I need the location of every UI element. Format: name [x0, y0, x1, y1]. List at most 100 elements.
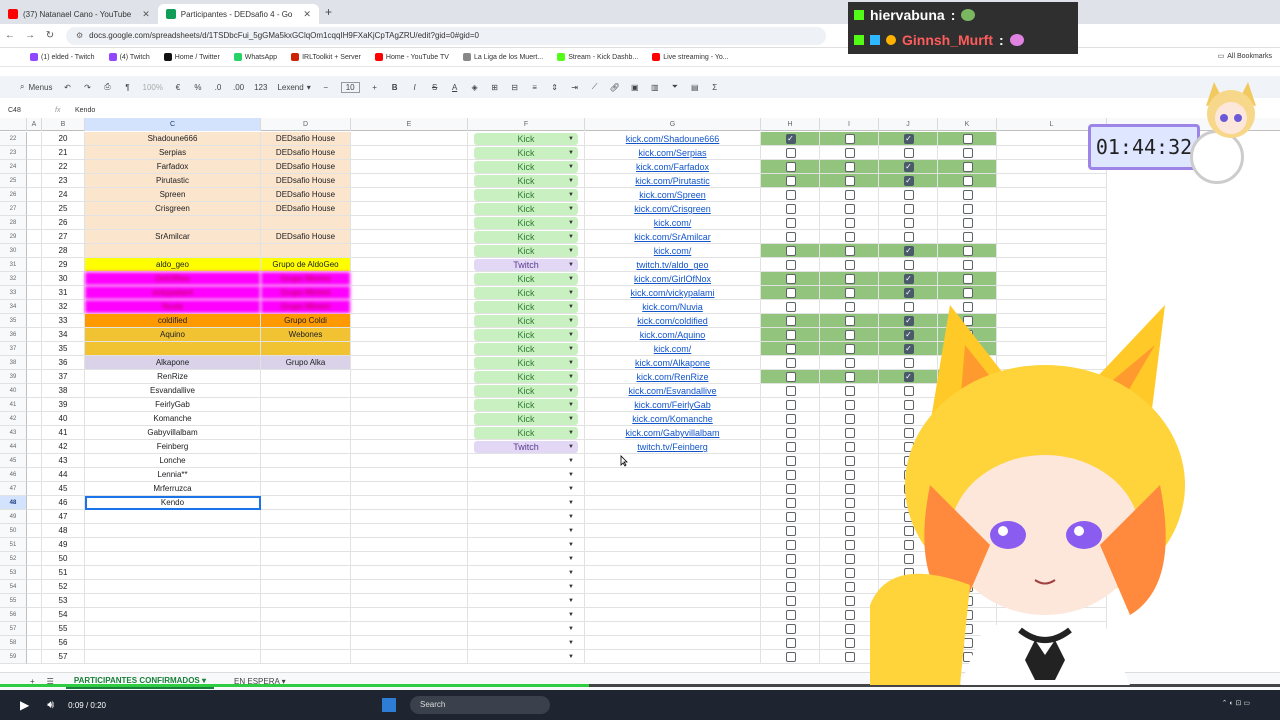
close-tab-icon[interactable]: ✕ [303, 9, 311, 20]
checkbox[interactable] [785, 568, 796, 578]
column-header-e[interactable]: E [351, 118, 468, 131]
cell-link[interactable] [585, 608, 761, 622]
cell-checkbox-h[interactable] [761, 300, 820, 314]
checkbox[interactable] [785, 190, 796, 200]
checkbox[interactable] [785, 540, 796, 550]
cell-group[interactable]: Grupo Mimimi [261, 286, 351, 300]
platform-dropdown[interactable]: ▼ [474, 483, 578, 495]
platform-dropdown[interactable]: Twitch ▼ [474, 259, 578, 271]
cell-link[interactable]: twitch.tv/Feinberg [585, 440, 761, 454]
checkbox[interactable] [844, 288, 855, 298]
cell-e[interactable] [351, 370, 468, 384]
bookmark-item[interactable]: Home - YouTube TV [374, 53, 449, 61]
cell-checkbox-k[interactable] [938, 202, 997, 216]
cell-a[interactable] [27, 566, 42, 580]
cell-e[interactable] [351, 202, 468, 216]
cell-number[interactable]: 56 [42, 636, 85, 650]
platform-dropdown[interactable]: Kick ▼ [474, 329, 578, 341]
checkbox[interactable] [844, 204, 855, 214]
cell-platform[interactable]: ▼ [468, 622, 585, 636]
back-icon[interactable]: ← [0, 30, 20, 41]
redo-icon[interactable]: ↷ [83, 83, 93, 92]
cell-l[interactable] [997, 258, 1107, 272]
text-wrap-icon[interactable]: ⇥ [570, 83, 580, 92]
cell-group[interactable] [261, 594, 351, 608]
cell-e[interactable] [351, 552, 468, 566]
cell-name[interactable] [85, 524, 261, 538]
cell-name[interactable] [85, 650, 261, 664]
cell-checkbox-j[interactable] [879, 216, 938, 230]
platform-dropdown[interactable]: Kick ▼ [474, 273, 578, 285]
checkbox[interactable] [844, 596, 855, 606]
cell-checkbox-j[interactable]: ✓ [879, 272, 938, 286]
forward-icon[interactable]: → [20, 30, 40, 41]
platform-dropdown[interactable]: ▼ [474, 497, 578, 509]
cell-name[interactable] [85, 342, 261, 356]
cell-platform[interactable]: ▼ [468, 524, 585, 538]
checkbox[interactable] [903, 232, 914, 242]
cell-e[interactable] [351, 636, 468, 650]
checkbox[interactable] [785, 344, 796, 354]
checkbox[interactable] [844, 540, 855, 550]
cell-number[interactable]: 26 [42, 216, 85, 230]
cell-e[interactable] [351, 482, 468, 496]
cell-number[interactable]: 54 [42, 608, 85, 622]
platform-dropdown[interactable]: Kick ▼ [474, 427, 578, 439]
cell-group[interactable] [261, 538, 351, 552]
checkbox[interactable] [844, 554, 855, 564]
cell-link[interactable] [585, 468, 761, 482]
cell-number[interactable]: 45 [42, 482, 85, 496]
checkbox[interactable] [785, 638, 796, 648]
dropdown-arrow-icon[interactable]: ▼ [568, 623, 574, 635]
cell-link[interactable] [585, 552, 761, 566]
checkbox[interactable] [785, 316, 796, 326]
cell-a[interactable] [27, 342, 42, 356]
cell-name[interactable] [85, 608, 261, 622]
checkbox[interactable] [962, 176, 973, 186]
cell-number[interactable]: 38 [42, 384, 85, 398]
platform-dropdown[interactable]: ▼ [474, 553, 578, 565]
cell-platform[interactable]: Kick ▼ [468, 272, 585, 286]
cell-platform[interactable]: Kick ▼ [468, 314, 585, 328]
cell-checkbox-h[interactable] [761, 426, 820, 440]
cell-link[interactable]: kick.com/FeirlyGab [585, 398, 761, 412]
cell-number[interactable]: 20 [42, 132, 85, 146]
cell-checkbox-k[interactable] [938, 244, 997, 258]
cell-name[interactable]: Pirutastic [85, 174, 261, 188]
checkbox[interactable] [785, 260, 796, 270]
cell-checkbox-k[interactable] [938, 230, 997, 244]
cell-checkbox-j[interactable] [879, 258, 938, 272]
cell-number[interactable]: 49 [42, 538, 85, 552]
cell-e[interactable] [351, 216, 468, 230]
cell-e[interactable] [351, 132, 468, 146]
cell-name[interactable]: Nuvia [85, 300, 261, 314]
cell-checkbox-h[interactable] [761, 216, 820, 230]
cell-number[interactable]: 44 [42, 468, 85, 482]
cell-e[interactable] [351, 496, 468, 510]
dropdown-arrow-icon[interactable]: ▼ [568, 231, 574, 243]
checkbox[interactable] [844, 246, 855, 256]
checkbox[interactable] [844, 134, 855, 144]
cell-e[interactable] [351, 174, 468, 188]
platform-dropdown[interactable]: Kick ▼ [474, 231, 578, 243]
cell-platform[interactable]: Twitch ▼ [468, 440, 585, 454]
dropdown-arrow-icon[interactable]: ▼ [568, 301, 574, 313]
cell-link[interactable]: kick.com/Pirutastic [585, 174, 761, 188]
cell-a[interactable] [27, 300, 42, 314]
checkbox[interactable] [785, 330, 796, 340]
checkbox[interactable] [844, 442, 855, 452]
cell-checkbox-j[interactable] [879, 202, 938, 216]
cell-group[interactable] [261, 426, 351, 440]
cell-number[interactable]: 24 [42, 188, 85, 202]
cell-number[interactable]: 21 [42, 146, 85, 160]
filter-icon[interactable]: ⏷ [670, 82, 680, 92]
cell-a[interactable] [27, 188, 42, 202]
checkbox[interactable] [844, 218, 855, 228]
cell-link[interactable]: kick.com/SrAmilcar [585, 230, 761, 244]
cell-checkbox-i[interactable] [820, 160, 879, 174]
cell-number[interactable]: 53 [42, 594, 85, 608]
cell-checkbox-j[interactable]: ✓ [879, 160, 938, 174]
checkbox[interactable] [785, 204, 796, 214]
platform-dropdown[interactable]: ▼ [474, 637, 578, 649]
checkbox[interactable] [785, 372, 796, 382]
